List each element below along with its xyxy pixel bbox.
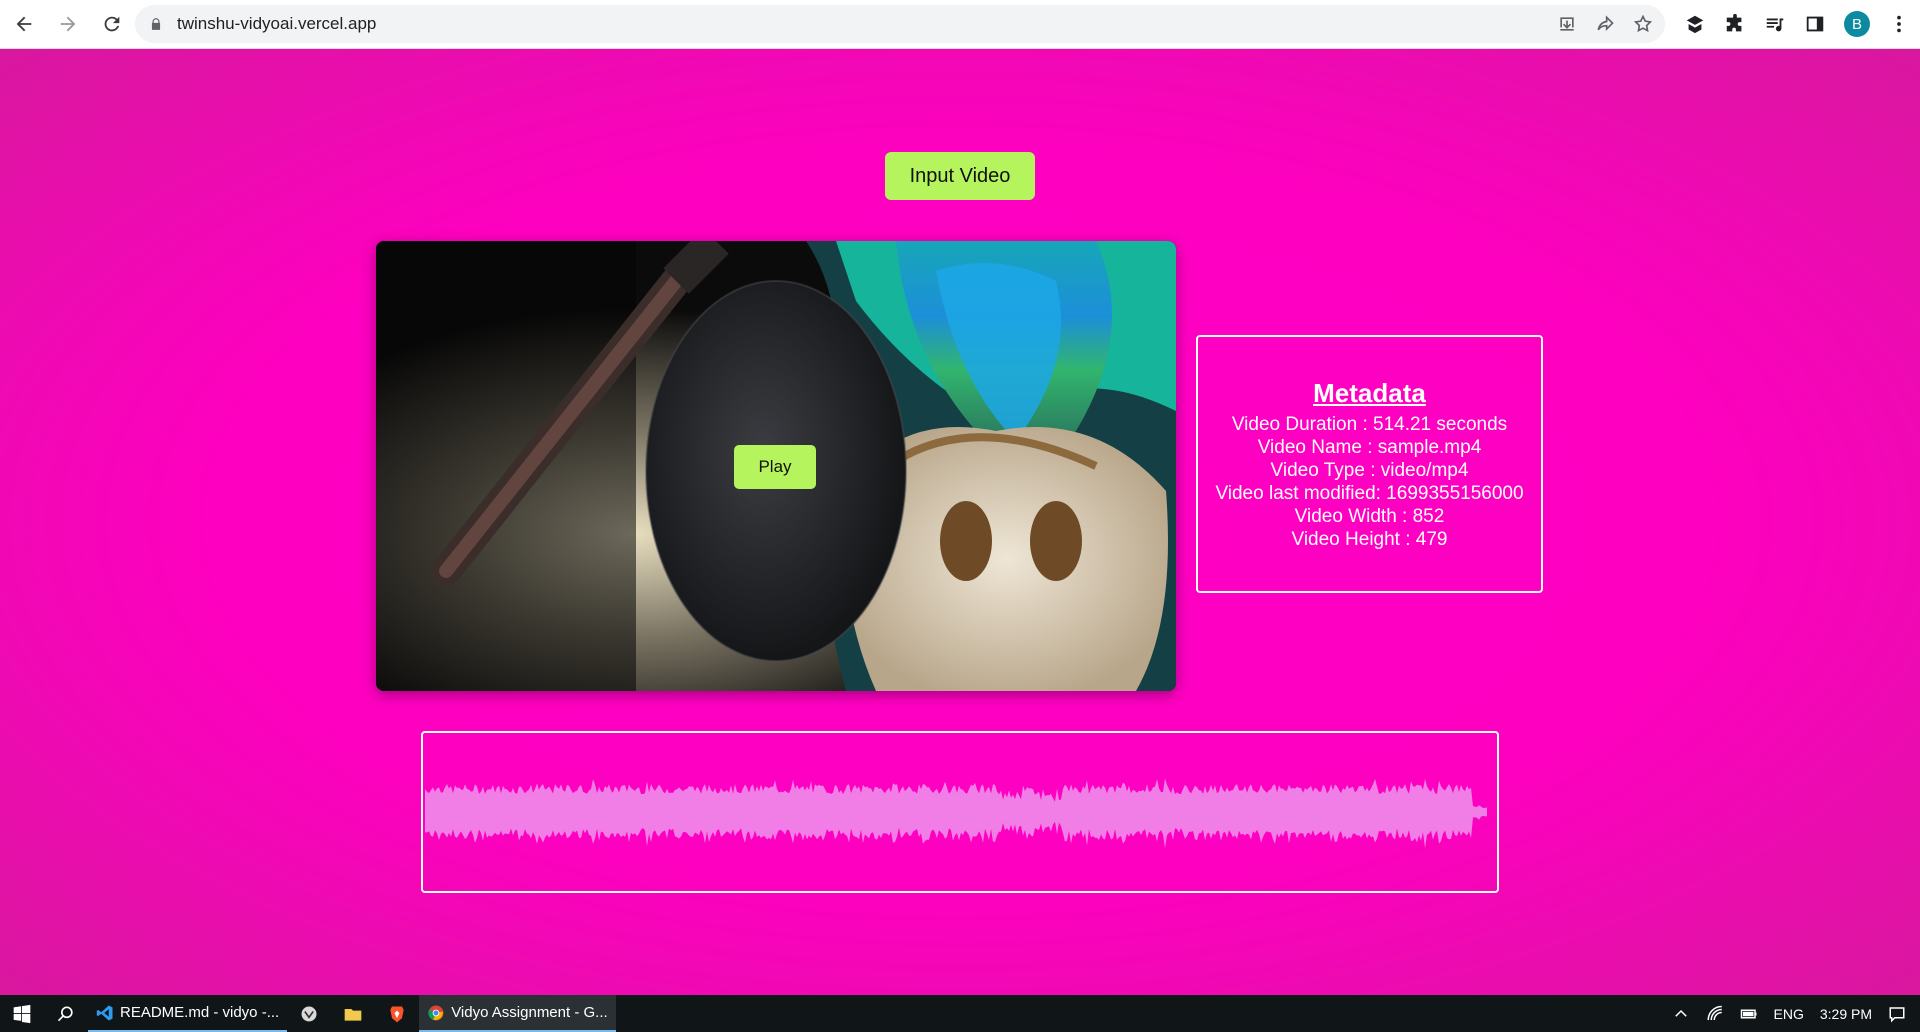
play-button[interactable]: Play	[734, 445, 816, 489]
metadata-title: Metadata	[1313, 377, 1426, 408]
chevron-up-icon[interactable]	[1672, 1005, 1690, 1023]
page-content: Input Video Play Metadata Video Duration…	[0, 49, 1920, 995]
install-icon[interactable]	[1557, 14, 1577, 34]
search-icon[interactable]	[44, 995, 88, 1032]
puzzle-icon[interactable]	[1724, 13, 1746, 35]
share-icon[interactable]	[1595, 14, 1615, 34]
metadata-name: Video Name : sample.mp4	[1257, 436, 1482, 458]
clock[interactable]: 3:29 PM	[1820, 1006, 1872, 1022]
brave-icon[interactable]	[375, 995, 419, 1032]
language-indicator[interactable]: ENG	[1774, 1006, 1804, 1022]
audio-waveform[interactable]	[421, 731, 1499, 893]
lock-icon	[151, 18, 161, 30]
reload-icon[interactable]	[92, 4, 132, 44]
address-bar[interactable]: twinshu-vidyoai.vercel.app	[135, 5, 1665, 43]
metadata-width: Video Width : 852	[1294, 505, 1445, 527]
media-icon[interactable]	[1764, 13, 1786, 35]
vscode-icon	[96, 1005, 113, 1020]
waveform-graphic	[425, 778, 1487, 849]
chrome-icon	[428, 1005, 444, 1020]
sidepanel-icon[interactable]	[1804, 13, 1826, 35]
input-video-button[interactable]: Input Video	[885, 152, 1035, 200]
windows-taskbar: README.md - vidyo -... Vidyo Assignment …	[0, 995, 1920, 1032]
toolbar-actions: B	[1684, 0, 1910, 48]
metadata-type: Video Type : video/mp4	[1270, 459, 1469, 481]
video-player[interactable]: Play	[376, 241, 1176, 691]
forward-icon[interactable]	[48, 4, 88, 44]
folder-icon[interactable]	[331, 995, 375, 1032]
browser-toolbar: twinshu-vidyoai.vercel.app B	[0, 0, 1920, 49]
metadata-duration: Video Duration : 514.21 seconds	[1231, 413, 1508, 435]
profile-avatar[interactable]: B	[1844, 11, 1870, 37]
taskbar-app-vscode[interactable]: README.md - vidyo -...	[88, 995, 288, 1032]
taskbar-app-label: README.md - vidyo -...	[120, 1004, 280, 1021]
battery-icon[interactable]	[1740, 1005, 1758, 1023]
metadata-height: Video Height : 479	[1291, 528, 1448, 550]
taskbar-app-label: Vidyo Assignment - G...	[451, 1004, 608, 1021]
wifi-icon[interactable]	[1706, 1005, 1724, 1023]
omnibox-actions	[1557, 5, 1653, 43]
notification-icon[interactable]	[1888, 1005, 1906, 1023]
extension-icon[interactable]	[1684, 13, 1706, 35]
system-tray: ENG 3:29 PM	[1672, 995, 1920, 1032]
url-text[interactable]: twinshu-vidyoai.vercel.app	[177, 14, 376, 34]
back-icon[interactable]	[4, 4, 44, 44]
star-icon[interactable]	[1633, 14, 1653, 34]
taskbar-app-chrome[interactable]: Vidyo Assignment - G...	[419, 995, 616, 1032]
metadata-last-modified: Video last modified: 1699355156000	[1215, 482, 1524, 504]
app-icon[interactable]	[287, 995, 331, 1032]
metadata-panel: Metadata Video Duration : 514.21 seconds…	[1196, 335, 1543, 593]
menu-icon[interactable]	[1888, 13, 1910, 35]
waveform-shape	[425, 778, 1487, 849]
start-icon[interactable]	[0, 995, 44, 1032]
